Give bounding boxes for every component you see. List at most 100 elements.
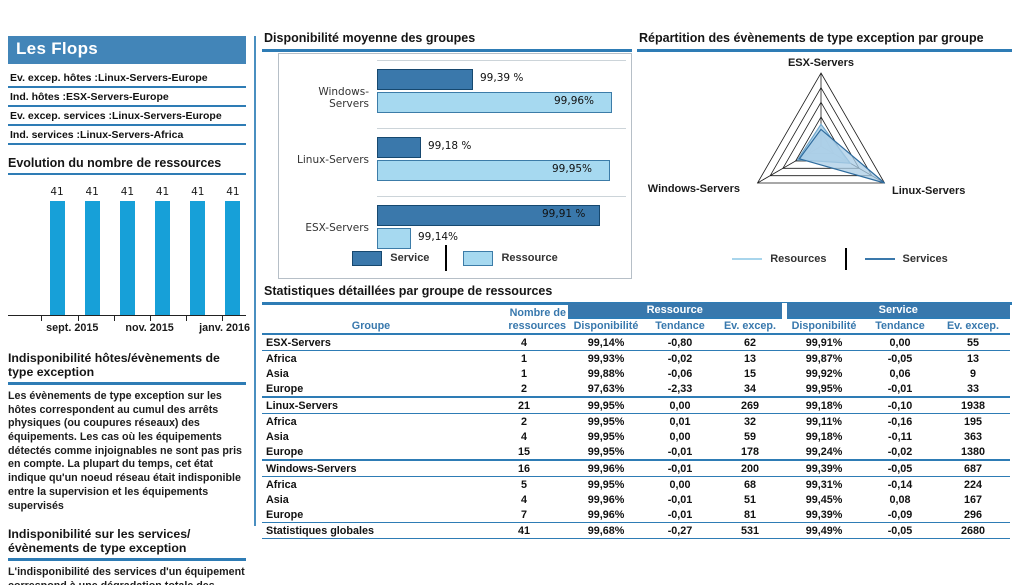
cell-ressource-tendance: -0,01 xyxy=(644,444,716,460)
resource-bar-track: 99,95% xyxy=(377,160,627,183)
report-page: Les Flops Ev. excep. hôtes :Linux-Server… xyxy=(0,0,1022,585)
cell-ressource-ev-excep: 51 xyxy=(716,492,784,507)
cell-service-tendance: -0,01 xyxy=(864,381,936,397)
cell-groupe: Europe xyxy=(262,507,480,523)
flop-label: Ev. excep. services : xyxy=(10,110,112,122)
x-tick-label: nov. 2015 xyxy=(125,322,173,334)
cell-service-ev-excep: 55 xyxy=(936,334,1010,351)
table-band-row: Groupe Nombre de ressources Ressource Se… xyxy=(262,303,1010,318)
cell-ressource-ev-excep: 269 xyxy=(716,397,784,414)
cell-ressource-disponibilite: 99,95% xyxy=(568,429,644,444)
flop-value: Linux-Servers-Europe xyxy=(112,110,222,122)
cell-service-ev-excep: 363 xyxy=(936,429,1010,444)
evolution-bar xyxy=(85,201,100,315)
cell-ressource-disponibilite: 99,14% xyxy=(568,334,644,351)
table-row: ESX-Servers 4 99,14% -0,80 62 99,91% 0,0… xyxy=(262,334,1010,351)
cell-ressource-tendance: 0,01 xyxy=(644,414,716,430)
flop-label: Ind. services : xyxy=(10,129,80,141)
cell-service-disponibilite: 99,45% xyxy=(784,492,864,507)
resource-value-label: 99,95% xyxy=(552,163,592,175)
cell-service-tendance: 0,08 xyxy=(864,492,936,507)
cell-ressource-disponibilite: 99,95% xyxy=(568,397,644,414)
cell-nombre: 2 xyxy=(480,381,568,397)
cell-service-ev-excep: 9 xyxy=(936,366,1010,381)
resources-line-icon xyxy=(732,258,762,260)
availability-chart-title: Disponibilité moyenne des groupes xyxy=(262,31,632,52)
evolution-bar xyxy=(190,201,205,315)
cell-ressource-tendance: 0,00 xyxy=(644,429,716,444)
table-row: Asia 1 99,88% -0,06 15 99,92% 0,06 9 xyxy=(262,366,1010,381)
cell-ressource-ev-excep: 531 xyxy=(716,523,784,539)
flop-item: Ev. excep. hôtes :Linux-Servers-Europe xyxy=(8,69,246,88)
bar-value-label: 41 xyxy=(121,186,134,198)
cell-service-tendance: -0,09 xyxy=(864,507,936,523)
cell-ressource-ev-excep: 13 xyxy=(716,351,784,367)
flop-value: Linux-Servers-Europe xyxy=(98,72,208,84)
availability-chart-panel: Windows-Servers99,39 %99,96%Linux-Server… xyxy=(278,53,632,279)
cell-ressource-ev-excep: 68 xyxy=(716,477,784,493)
header-s-ev-excep: Ev. excep. xyxy=(936,318,1010,334)
axis-tick xyxy=(41,316,42,321)
bar-value-label: 41 xyxy=(156,186,169,198)
service-swatch-icon xyxy=(352,251,382,266)
x-tick-label: sept. 2015 xyxy=(46,322,98,334)
axis-tick xyxy=(186,316,187,321)
table-row: Europe 7 99,96% -0,01 81 99,39% -0,09 29… xyxy=(262,507,1010,523)
service-value-label: 99,18 % xyxy=(428,140,471,152)
bar-value-label: 41 xyxy=(50,186,63,198)
x-tick-label: janv. 2016 xyxy=(199,322,250,334)
cell-service-disponibilite: 99,31% xyxy=(784,477,864,493)
axis-tick xyxy=(150,316,151,321)
cell-service-tendance: -0,05 xyxy=(864,460,936,477)
header-r-disponibilite: Disponibilité xyxy=(568,318,644,334)
cell-service-ev-excep: 1938 xyxy=(936,397,1010,414)
cell-nombre: 1 xyxy=(480,366,568,381)
cell-nombre: 16 xyxy=(480,460,568,477)
axis-tick xyxy=(222,316,223,321)
table-row: Africa 1 99,93% -0,02 13 99,87% -0,05 13 xyxy=(262,351,1010,367)
cell-service-ev-excep: 296 xyxy=(936,507,1010,523)
cell-ressource-tendance: -0,01 xyxy=(644,507,716,523)
cell-nombre: 4 xyxy=(480,334,568,351)
cell-nombre: 15 xyxy=(480,444,568,460)
flops-list: Ev. excep. hôtes :Linux-Servers-Europe I… xyxy=(8,69,246,145)
cell-groupe: Europe xyxy=(262,381,480,397)
evolution-x-axis-labels: sept. 2015 nov. 2015 janv. 2016 xyxy=(8,322,246,337)
group-label: ESX-Servers xyxy=(279,222,369,234)
info-text-hosts: Les évènements de type exception sur les… xyxy=(8,390,246,513)
cell-service-tendance: -0,16 xyxy=(864,414,936,430)
header-s-disponibilite: Disponibilité xyxy=(784,318,864,334)
table-row: Asia 4 99,95% 0,00 59 99,18% -0,11 363 xyxy=(262,429,1010,444)
cell-groupe: Europe xyxy=(262,444,480,460)
evolution-bar-column: 41 xyxy=(154,186,172,315)
cell-ressource-ev-excep: 81 xyxy=(716,507,784,523)
cell-groupe: Windows-Servers xyxy=(262,460,480,477)
cell-ressource-disponibilite: 97,63% xyxy=(568,381,644,397)
flop-value: Linux-Servers-Africa xyxy=(80,129,183,141)
cell-groupe: Asia xyxy=(262,429,480,444)
cell-nombre: 1 xyxy=(480,351,568,367)
cell-groupe: ESX-Servers xyxy=(262,334,480,351)
radar-legend-resources-label: Resources xyxy=(770,253,826,265)
evolution-bar-column: 41 xyxy=(189,186,207,315)
evolution-bars-area: 414141414141 xyxy=(8,179,246,316)
evolution-bar-column: 41 xyxy=(118,186,136,315)
cell-nombre: 21 xyxy=(480,397,568,414)
table-row: Europe 15 99,95% -0,01 178 99,24% -0,02 … xyxy=(262,444,1010,460)
cell-service-ev-excep: 13 xyxy=(936,351,1010,367)
flop-label: Ev. excep. hôtes : xyxy=(10,72,98,84)
cell-ressource-ev-excep: 15 xyxy=(716,366,784,381)
cell-service-ev-excep: 687 xyxy=(936,460,1010,477)
bar-value-label: 41 xyxy=(86,186,99,198)
cell-ressource-disponibilite: 99,95% xyxy=(568,444,644,460)
cell-service-disponibilite: 99,18% xyxy=(784,429,864,444)
cell-service-ev-excep: 167 xyxy=(936,492,1010,507)
stats-table-title: Statistiques détaillées par groupe de re… xyxy=(262,284,1012,305)
service-bar xyxy=(377,69,473,90)
cell-service-tendance: -0,11 xyxy=(864,429,936,444)
group-bars: 99,18 % 99,95% xyxy=(377,137,627,183)
cell-ressource-tendance: -0,06 xyxy=(644,366,716,381)
evolution-bar-column: 41 xyxy=(224,186,242,315)
cell-service-ev-excep: 33 xyxy=(936,381,1010,397)
table-row: Linux-Servers 21 99,95% 0,00 269 99,18% … xyxy=(262,397,1010,414)
